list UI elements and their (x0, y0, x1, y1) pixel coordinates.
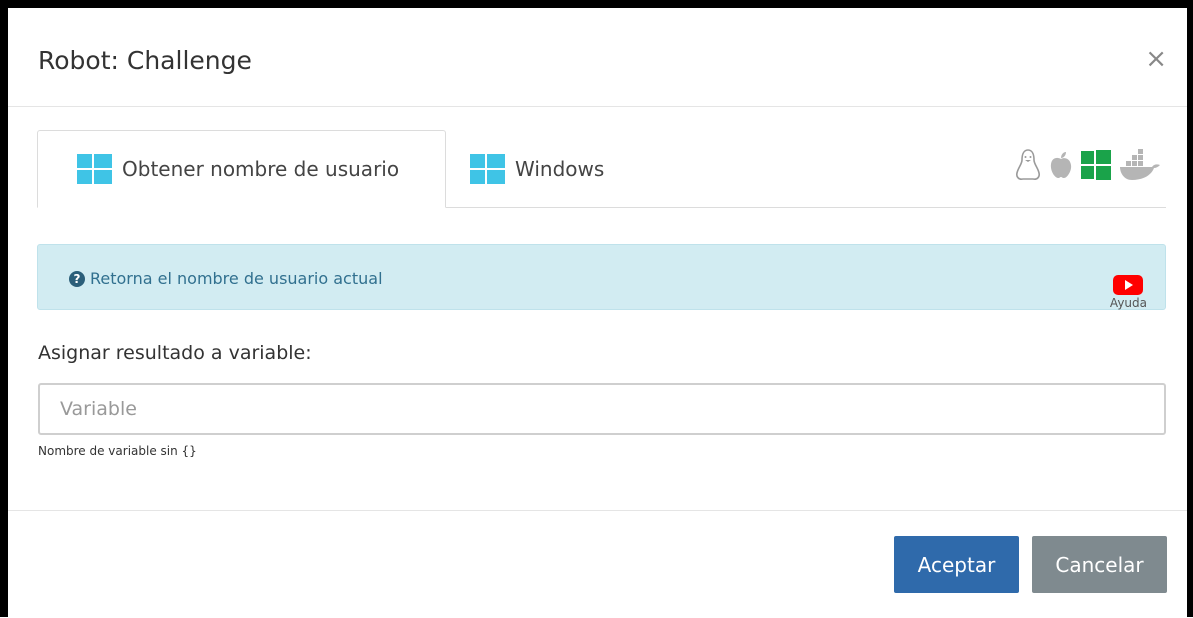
windows-icon (1081, 150, 1111, 180)
help-label: Ayuda (1109, 296, 1147, 310)
variable-input[interactable] (38, 383, 1166, 435)
tab-obtener-nombre-usuario[interactable]: Obtener nombre de usuario (37, 130, 446, 208)
modal-footer: Aceptar Cancelar (8, 510, 1187, 618)
tab-label: Windows (515, 156, 605, 181)
variable-field-label: Asignar resultado a variable: (38, 342, 312, 364)
alert-message: ? Retorna el nombre de usuario actual (69, 269, 383, 288)
tab-label: Obtener nombre de usuario (122, 157, 400, 181)
question-circle-icon: ? (69, 270, 85, 287)
close-icon[interactable]: × (1145, 46, 1167, 72)
windows-icon (470, 153, 505, 184)
docker-icon (1120, 149, 1160, 180)
info-alert: ? Retorna el nombre de usuario actual Ay… (37, 244, 1166, 310)
linux-icon (1016, 149, 1040, 180)
youtube-icon (1113, 275, 1144, 295)
help-button[interactable]: Ayuda (1110, 275, 1147, 310)
os-compatibility-icons (1014, 148, 1162, 182)
variable-hint: Nombre de variable sin {} (38, 444, 197, 458)
accept-button[interactable]: Aceptar (894, 536, 1019, 593)
modal-title: Robot: Challenge (38, 46, 252, 75)
tab-bar: Obtener nombre de usuario Windows (37, 130, 1166, 208)
cancel-button[interactable]: Cancelar (1032, 536, 1167, 593)
alert-text: Retorna el nombre de usuario actual (90, 269, 383, 288)
windows-icon (77, 154, 112, 184)
modal-header: Robot: Challenge × (8, 8, 1187, 107)
modal-window: Robot: Challenge × Obtener nombre de usu… (0, 0, 1193, 617)
tab-windows[interactable]: Windows (470, 130, 604, 207)
apple-icon (1050, 152, 1072, 178)
